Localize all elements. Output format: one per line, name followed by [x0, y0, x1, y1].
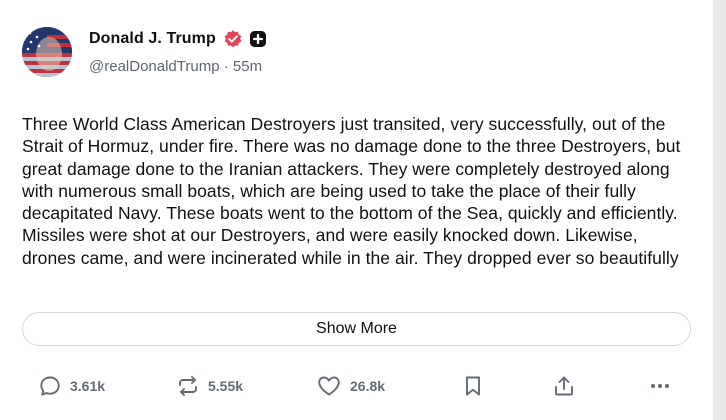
- verified-badge-icon: [223, 29, 243, 49]
- repost-count: 5.55k: [208, 378, 244, 394]
- show-more-button[interactable]: Show More: [22, 312, 691, 346]
- repost-button[interactable]: 5.55k: [176, 372, 243, 400]
- bookmark-icon: [462, 374, 484, 398]
- avatar[interactable]: [22, 27, 72, 77]
- like-button[interactable]: 26.8k: [316, 372, 385, 400]
- bookmark-button[interactable]: [462, 372, 484, 400]
- post-timestamp[interactable]: 55m: [233, 58, 262, 75]
- like-icon: [316, 374, 342, 398]
- reply-button[interactable]: 3.61k: [38, 372, 105, 400]
- page-background-strip: [713, 0, 726, 420]
- reply-icon: [38, 374, 62, 398]
- author-handle-row: @realDonaldTrump · 55m: [89, 58, 262, 75]
- reply-count: 3.61k: [70, 378, 106, 394]
- share-button[interactable]: [552, 372, 576, 400]
- repost-icon: [176, 374, 200, 398]
- plus-badge-icon: [248, 29, 268, 49]
- more-icon: [648, 374, 672, 398]
- share-icon: [552, 374, 576, 398]
- text-fade-overlay: [0, 268, 713, 308]
- more-options-button[interactable]: [648, 372, 672, 400]
- post-card: Donald J. Trump @realDonaldTrump · 55m T…: [0, 0, 713, 420]
- author-name-row: Donald J. Trump: [89, 28, 268, 50]
- meta-separator: ·: [223, 58, 229, 75]
- action-bar: 3.61k 5.55k 26.8k: [0, 372, 713, 400]
- like-count: 26.8k: [350, 378, 386, 394]
- author-display-name[interactable]: Donald J. Trump: [89, 30, 216, 48]
- author-handle[interactable]: @realDonaldTrump: [89, 58, 220, 75]
